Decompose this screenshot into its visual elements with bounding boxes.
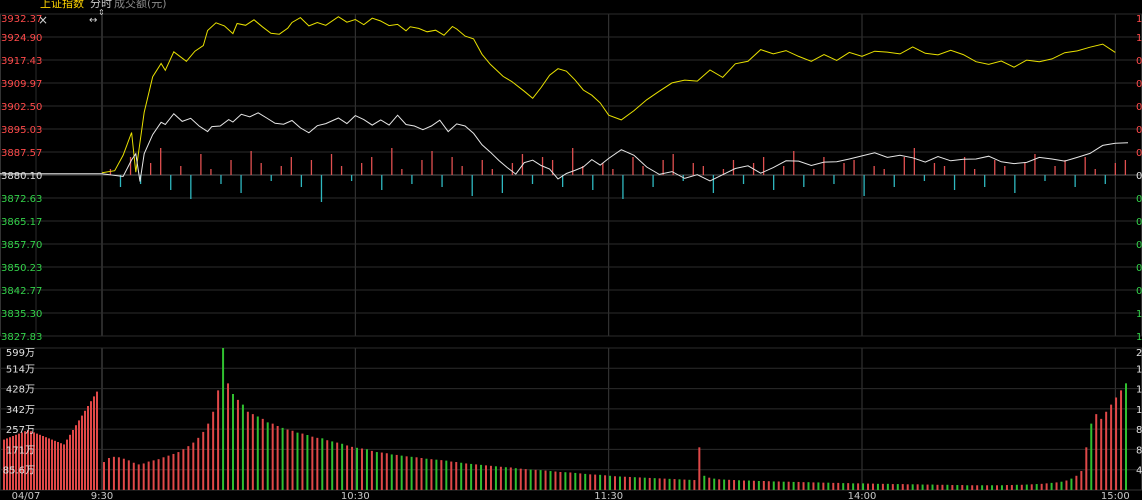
volume-panel-frame — [0, 347, 1142, 491]
index-title: 上证指数 — [40, 0, 84, 10]
volume-right-tick-label: 1 — [1136, 385, 1142, 396]
time-tick-label: 11:30 — [594, 491, 623, 500]
price-tick-label: 3917.43 — [1, 56, 42, 67]
price-tick-label: 3850.23 — [1, 263, 42, 274]
price-tick-label: 3924.90 — [1, 33, 42, 44]
price-tick-label: 3880.10 — [1, 171, 42, 182]
percent-tick-label: 0 — [1136, 171, 1142, 182]
percent-tick-label: 1 — [1136, 309, 1142, 320]
resize-handle-icon[interactable]: ↔ — [89, 16, 97, 26]
price-tick-label: 3857.70 — [1, 240, 42, 251]
volume-right-tick-label: 8 — [1136, 445, 1142, 456]
volume-right-tick-label: 4 — [1136, 466, 1142, 477]
price-tick-label: 3887.57 — [1, 148, 42, 159]
time-tick-label: 10:30 — [341, 491, 370, 500]
average-price-line — [0, 112, 1129, 182]
percent-tick-label: 0 — [1136, 148, 1142, 159]
axis-labels: 3932.37 1 3924.90 1 3917.43 0 3909.97 0 3902.50 0… — [1, 14, 1142, 500]
percent-tick-label: 0 — [1136, 125, 1142, 136]
price-tick-label: 3932.37 — [1, 14, 42, 25]
turnover-label: 成交额(元) — [114, 0, 167, 10]
percent-tick-label: 0 — [1136, 79, 1142, 90]
price-tick-label: 3895.03 — [1, 125, 42, 136]
price-tick-label: 3835.30 — [1, 309, 42, 320]
volume-tick-label: 171万 — [6, 445, 35, 456]
percent-tick-label: 1 — [1136, 33, 1142, 44]
price-lines — [0, 16, 1129, 182]
price-tick-label: 3909.97 — [1, 79, 42, 90]
percent-tick-label: 0 — [1136, 102, 1142, 113]
percent-tick-label: 0 — [1136, 240, 1142, 251]
volume-right-tick-label: 1 — [1136, 364, 1142, 375]
time-tick-label: 04/07 — [12, 491, 41, 500]
volume-right-tick-label: 1 — [1136, 405, 1142, 416]
time-tick-label: 14:00 — [848, 491, 877, 500]
price-tick-label: 3827.83 — [1, 332, 42, 343]
percent-tick-label: 1 — [1136, 14, 1142, 25]
price-tick-label: 3902.50 — [1, 102, 42, 113]
time-tick-label: 15:00 — [1101, 491, 1130, 500]
drag-marker-icon[interactable]: ⇕ — [98, 8, 105, 18]
percent-tick-label: 0 — [1136, 56, 1142, 67]
volume-bars — [3, 348, 1127, 490]
price-tick-label: 3865.17 — [1, 217, 42, 228]
volume-tick-label: 257万 — [6, 425, 35, 436]
percent-tick-label: 1 — [1136, 332, 1142, 343]
volume-right-tick-label: 2 — [1136, 348, 1142, 359]
price-tick-label: 3872.63 — [1, 194, 42, 205]
volume-tick-label: 514万 — [6, 364, 35, 375]
percent-tick-label: 0 — [1136, 194, 1142, 205]
volume-tick-label: 342万 — [6, 405, 35, 416]
volume-tick-label: 599万 — [6, 348, 35, 359]
percent-tick-label: 0 — [1136, 217, 1142, 228]
volume-tick-label: 428万 — [6, 385, 35, 396]
time-tick-label: 9:30 — [91, 491, 113, 500]
price-tick-label: 3842.77 — [1, 286, 42, 297]
intraday-chart: 3932.37 1 3924.90 1 3917.43 0 3909.97 0 3902.50 0… — [0, 13, 1142, 500]
percent-tick-label: 0 — [1136, 263, 1142, 274]
grid-lines — [0, 13, 1142, 491]
volume-right-tick-label: 8 — [1136, 425, 1142, 436]
close-icon[interactable]: × — [38, 14, 48, 26]
volume-tick-label: 85.6万 — [3, 466, 35, 477]
percent-tick-label: 0 — [1136, 286, 1142, 297]
